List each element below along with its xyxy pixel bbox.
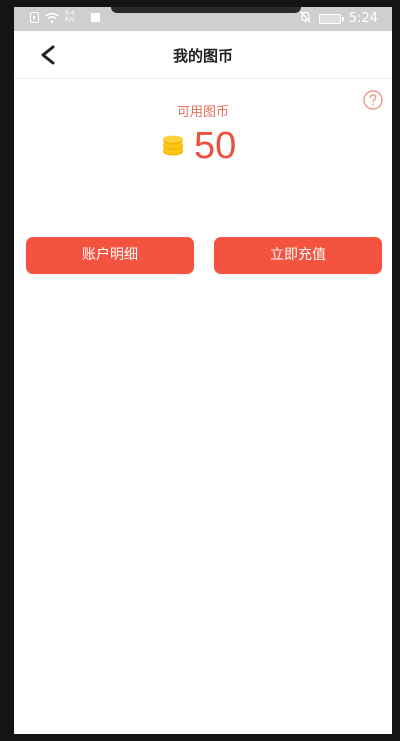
recharge-now-button[interactable]: 立即充值 [214,237,382,274]
status-time: 5:24 [348,11,378,26]
balance-row: 50 [162,124,236,168]
status-left-group: 9.4 K/s [30,11,100,23]
camera-notch [111,7,301,13]
network-speed-unit: K/s [65,16,75,23]
sim-icon [30,11,39,23]
account-details-button[interactable]: 账户明细 [26,237,194,274]
app-screen: 9.4 K/s 5:24 我的图币 可用图币 50 账户明细 立即充值 [14,7,392,734]
battery-icon [318,13,344,24]
wifi-icon [45,12,59,23]
coin-balance-value: 50 [194,125,237,167]
status-right-group: 5:24 [299,11,378,26]
nav-header: 我的图币 [14,31,392,79]
notification-icon [91,12,100,22]
phone-frame: 9.4 K/s 5:24 我的图币 可用图币 50 账户明细 立即充值 [0,0,400,741]
status-bar: 9.4 K/s 5:24 [14,7,392,31]
page-title: 我的图币 [172,47,233,65]
network-speed: 9.4 K/s [65,11,79,23]
coin-stack-icon [162,135,184,157]
available-coins-label: 可用图币 [176,105,229,120]
mute-icon [299,11,311,26]
